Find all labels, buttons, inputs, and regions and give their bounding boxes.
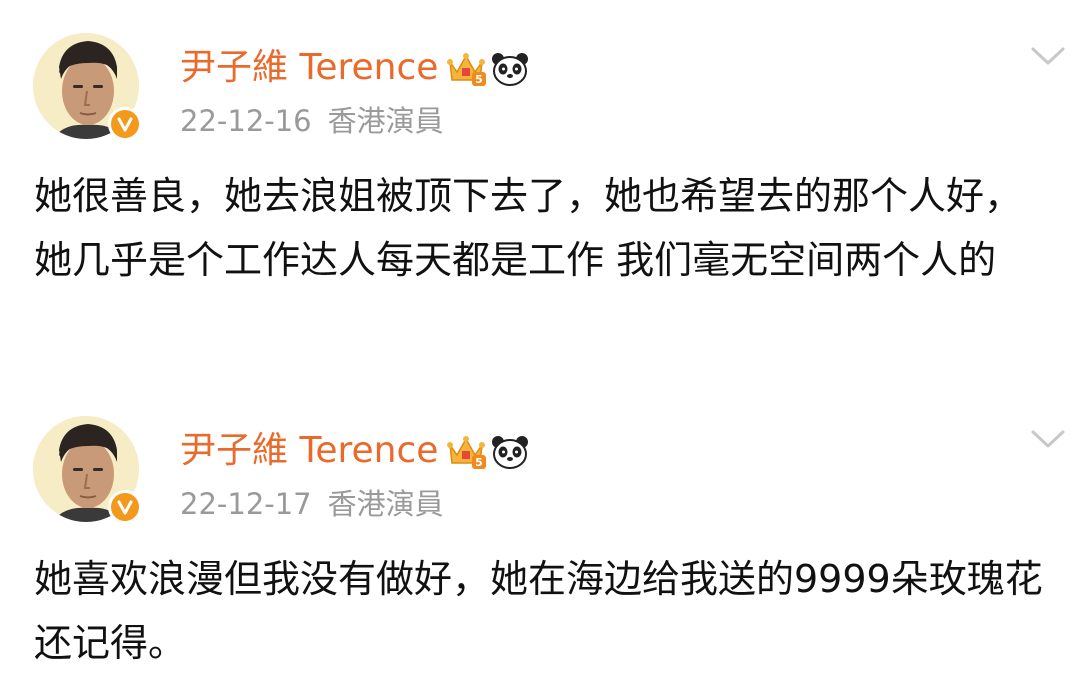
panda-icon bbox=[492, 53, 528, 86]
crown-vip-icon: 5 bbox=[447, 436, 486, 469]
verified-badge-icon bbox=[108, 107, 142, 141]
post-source: 香港演員 bbox=[327, 104, 444, 138]
svg-text:5: 5 bbox=[475, 73, 483, 86]
post-text: 她喜欢浪漫但我没有做好，她在海边给我送的9999朵玫瑰花还记得。 bbox=[34, 557, 1043, 665]
chevron-down-icon[interactable] bbox=[1030, 45, 1066, 67]
post-card: 尹子維 Terence 5 22-12-16 香港演員 她很善良，她去浪姐被顶下去… bbox=[0, 0, 1080, 380]
post-date: 22-12-17 bbox=[180, 487, 312, 521]
post-date: 22-12-16 bbox=[180, 104, 312, 138]
post-card: 尹子維 Terence 5 22-12-17 香港演員 她喜欢浪漫但我没有做好，她… bbox=[0, 383, 1080, 683]
panda-icon bbox=[492, 436, 528, 469]
verified-badge-icon bbox=[108, 490, 142, 524]
svg-text:5: 5 bbox=[475, 456, 483, 469]
username[interactable]: 尹子維 Terence bbox=[180, 46, 438, 90]
post-meta: 22-12-16 香港演員 bbox=[180, 103, 444, 139]
post-source: 香港演員 bbox=[327, 487, 444, 521]
username[interactable]: 尹子維 Terence bbox=[180, 429, 438, 473]
crown-vip-icon: 5 bbox=[447, 53, 486, 86]
post-text: 她很善良，她去浪姐被顶下去了，她也希望去的那个人好，她几乎是个工作达人每天都是工… bbox=[34, 174, 1023, 282]
chevron-down-icon[interactable] bbox=[1030, 428, 1066, 450]
post-meta: 22-12-17 香港演員 bbox=[180, 486, 444, 522]
